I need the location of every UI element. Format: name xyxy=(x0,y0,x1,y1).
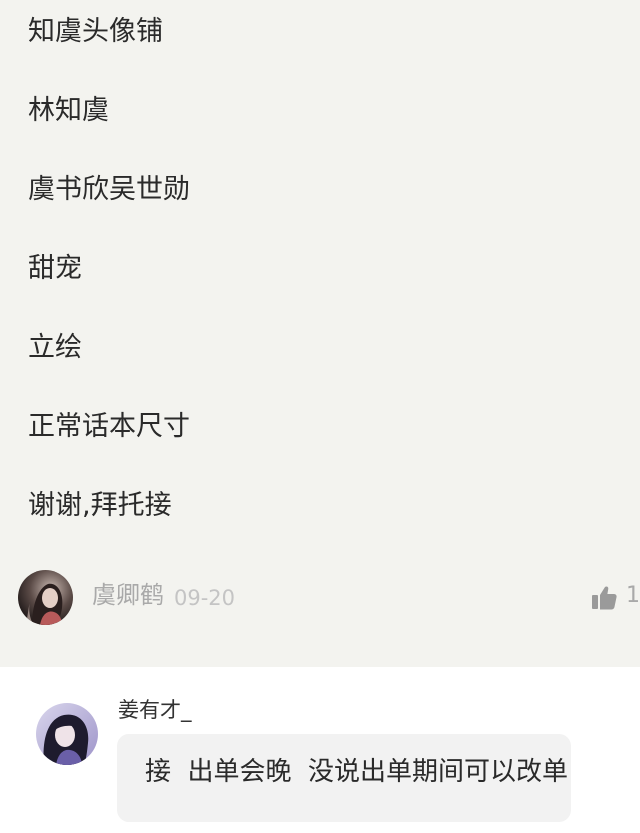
post-line-shop: 知虞头像铺 xyxy=(28,16,163,47)
author-name[interactable]: 虞卿鹤 xyxy=(92,580,164,610)
replier-name[interactable]: 姜有才_ xyxy=(118,697,192,723)
reply-text: 接 出单会晚 没说出单期间可以改单 xyxy=(145,757,569,787)
post-line-style: 甜宠 xyxy=(28,253,82,284)
post-content: 知虞头像铺 林知虞 虞书欣吴世勋 甜宠 立绘 正常话本尺寸 谢谢,拜托接 虞卿鹤… xyxy=(0,0,640,667)
author-row: 虞卿鹤 09-20 1 xyxy=(0,568,640,628)
thumbs-up-icon[interactable] xyxy=(590,584,618,612)
post-line-name: 林知虞 xyxy=(28,95,109,126)
post-line-thanks: 谢谢,拜托接 xyxy=(28,490,172,521)
reply-bubble[interactable]: 接 出单会晚 没说出单期间可以改单 xyxy=(117,734,571,822)
replier-avatar[interactable] xyxy=(36,703,98,765)
post-line-cp: 虞书欣吴世勋 xyxy=(28,174,190,205)
post-line-size: 正常话本尺寸 xyxy=(28,411,190,442)
like-count: 1 xyxy=(626,583,640,608)
author-date: 09-20 xyxy=(174,586,236,610)
author-avatar[interactable] xyxy=(18,570,73,625)
post-line-type: 立绘 xyxy=(28,332,82,363)
reply-section: 姜有才_ 接 出单会晚 没说出单期间可以改单 xyxy=(0,667,640,833)
